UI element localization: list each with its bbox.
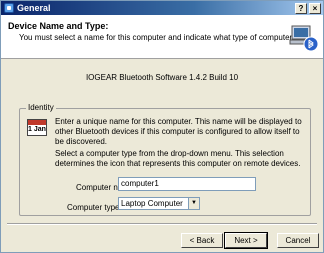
wizard-window: General ? × Device Name and Type: You mu…	[0, 0, 324, 253]
back-button[interactable]: < Back	[181, 233, 223, 248]
calendar-icon: 1 Jan	[27, 119, 47, 136]
window-title: General	[17, 3, 51, 13]
chevron-down-icon[interactable]: ▼	[188, 198, 199, 209]
bluetooth-app-icon	[4, 3, 14, 13]
help-button[interactable]: ?	[295, 2, 307, 14]
type-instructions: Select a computer type from the drop-dow…	[55, 149, 301, 168]
header-title: Device Name and Type:	[8, 21, 109, 31]
computer-type-value: Laptop Computer	[121, 199, 183, 208]
identity-groupbox: Identity 1 Jan Enter a unique name for t…	[19, 103, 311, 216]
identity-legend: Identity	[26, 103, 56, 112]
computer-type-select[interactable]: Laptop Computer ▼	[118, 197, 200, 210]
name-instructions: Enter a unique name for this computer. T…	[55, 117, 302, 146]
title-bar: General ? ×	[1, 1, 323, 15]
computer-name-input[interactable]: computer1	[118, 177, 256, 191]
header-subtitle: You must select a name for this computer…	[19, 33, 309, 42]
computer-bluetooth-icon	[289, 25, 319, 52]
button-divider	[7, 223, 317, 225]
version-label: IOGEAR Bluetooth Software 1.4.2 Build 10	[85, 73, 239, 82]
computer-type-label: Computer type:	[67, 203, 122, 212]
wizard-header: Device Name and Type: You must select a …	[1, 15, 323, 59]
cancel-button[interactable]: Cancel	[277, 233, 319, 248]
calendar-icon-text: 1 Jan	[28, 126, 46, 133]
next-button[interactable]: Next >	[224, 232, 268, 249]
close-button[interactable]: ×	[309, 2, 321, 14]
